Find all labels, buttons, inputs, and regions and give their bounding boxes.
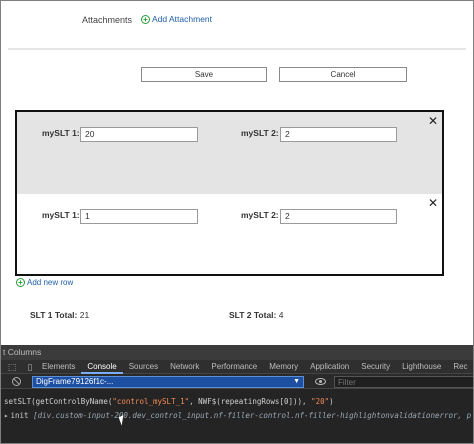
add-attachment-label: Add Attachment <box>152 14 213 24</box>
add-attachment-link[interactable]: + Add Attachment <box>141 14 212 24</box>
devtools-panel: t Columns ⬚ ▯ Elements Console Sources N… <box>0 345 474 444</box>
tab-elements[interactable]: Elements <box>36 360 81 374</box>
section-divider <box>8 48 466 50</box>
console-code: ) <box>329 397 334 406</box>
repeating-section: ✕ mySLT 1: 20 mySLT 2: 2 ✕ mySLT 1: 1 my… <box>15 110 444 276</box>
inspect-icon[interactable]: ⬚ <box>6 361 18 373</box>
tab-application[interactable]: Application <box>304 360 355 374</box>
tab-network[interactable]: Network <box>164 360 205 374</box>
console-output-keyword: init <box>10 411 29 420</box>
console-toolbar: DigFrame79126f1c-... ▼ <box>0 374 474 389</box>
slt2-total-label: SLT 2 Total: <box>229 310 277 320</box>
save-button[interactable]: Save <box>141 67 267 82</box>
tab-memory[interactable]: Memory <box>263 360 304 374</box>
slt1-input[interactable]: 20 <box>80 127 198 142</box>
slt2-input[interactable]: 2 <box>280 127 397 142</box>
add-new-row-label: Add new row <box>27 278 74 287</box>
tab-lighthouse[interactable]: Lighthouse <box>396 360 447 374</box>
tab-performance[interactable]: Performance <box>205 360 263 374</box>
tab-sources[interactable]: Sources <box>123 360 164 374</box>
devtools-tab-bar: ⬚ ▯ Elements Console Sources Network Per… <box>0 360 474 374</box>
device-toggle-icon[interactable]: ▯ <box>24 361 36 373</box>
chevron-down-icon: ▼ <box>293 378 300 385</box>
close-icon[interactable]: ✕ <box>428 196 438 210</box>
slt2-label: mySLT 2: <box>241 128 279 138</box>
plus-circle-icon: + <box>16 278 25 287</box>
expand-triangle-icon[interactable]: ▸ <box>4 411 9 420</box>
console-input-line: setSLT(getControlByName("control_mySLT_1… <box>4 397 472 406</box>
slt1-total-label: SLT 1 Total: <box>30 310 78 320</box>
clear-console-icon[interactable] <box>12 377 21 386</box>
console-code: , NWF$(repeatingRows[0])), <box>189 397 312 406</box>
slt1-total: SLT 1 Total: 21 <box>30 310 89 320</box>
console-output-text: [div.custom-input-200.dev_control_input.… <box>33 411 472 420</box>
context-selector[interactable]: DigFrame79126f1c-... ▼ <box>32 376 304 388</box>
tab-security[interactable]: Security <box>355 360 396 374</box>
attachments-label: Attachments <box>82 15 133 25</box>
slt2-label: mySLT 2: <box>241 210 279 220</box>
context-value: DigFrame79126f1c-... <box>36 377 114 386</box>
slt1-total-value: 21 <box>79 310 90 320</box>
console-output-line[interactable]: ▸ init [div.custom-input-200.dev_control_… <box>4 411 472 420</box>
devtools-top-strip: t Columns <box>0 345 474 360</box>
repeating-row: ✕ mySLT 1: 1 mySLT 2: 2 <box>17 194 442 274</box>
plus-circle-icon: + <box>141 14 150 24</box>
slt1-label: mySLT 1: <box>42 210 80 220</box>
filter-input[interactable] <box>334 376 474 388</box>
close-icon[interactable]: ✕ <box>428 114 438 128</box>
slt1-label: mySLT 1: <box>42 128 80 138</box>
repeating-row: ✕ mySLT 1: 20 mySLT 2: 2 <box>17 112 442 194</box>
cancel-button[interactable]: Cancel <box>279 67 407 82</box>
slt2-input[interactable]: 2 <box>280 209 397 224</box>
add-new-row-link[interactable]: + Add new row <box>16 278 73 287</box>
slt2-total-value: 4 <box>278 310 284 320</box>
tab-recorder[interactable]: Rec <box>447 360 473 374</box>
console-string: "control_mySLT_1" <box>112 397 190 406</box>
slt2-total: SLT 2 Total: 4 <box>229 310 284 320</box>
console-code: setSLT(getControlByName( <box>4 397 113 406</box>
tab-console[interactable]: Console <box>81 360 123 374</box>
eye-icon[interactable] <box>315 378 326 385</box>
slt1-input[interactable]: 1 <box>80 209 198 224</box>
console-string: "20" <box>311 397 330 406</box>
